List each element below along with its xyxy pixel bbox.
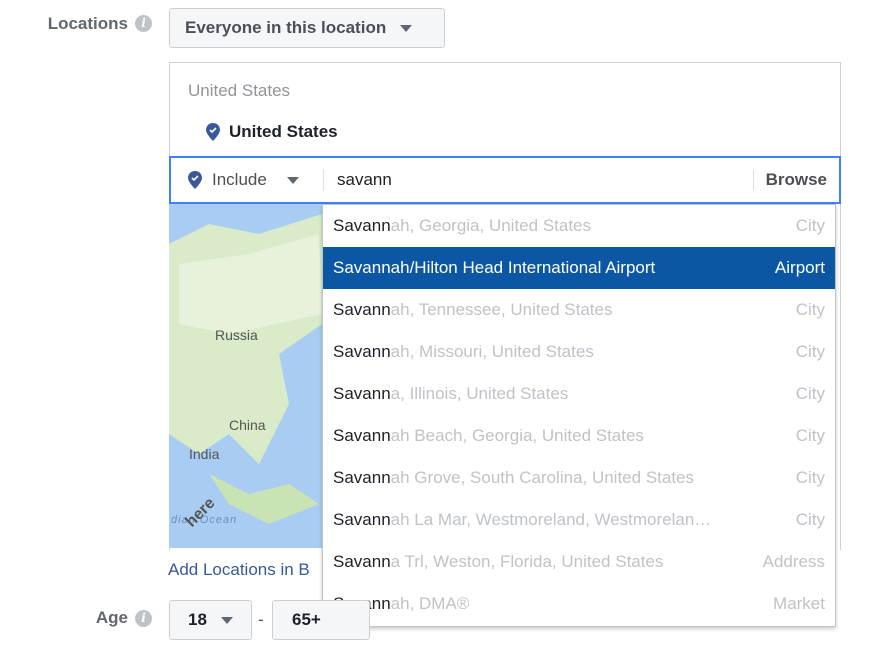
age-label: Age: [95, 608, 128, 627]
selected-header: United States: [188, 81, 291, 100]
suggestion-match: Savann: [333, 510, 391, 529]
suggestion-type: City: [795, 510, 825, 529]
suggestion-rest: ah, DMA®: [390, 594, 470, 613]
map-label-india: India: [189, 446, 220, 462]
suggestion-item[interactable]: Savanna Trl, Weston, Florida, United Sta…: [323, 541, 835, 583]
map-label-russia: Russia: [215, 327, 258, 343]
map[interactable]: Russia China India dian Ocean here: [169, 204, 322, 548]
suggestion-item[interactable]: Savannah Beach, Georgia, United States Ci…: [323, 415, 835, 457]
chevron-down-icon: [286, 176, 299, 184]
suggestion-rest: a, Illinois, United States: [390, 384, 569, 403]
age-max-dropdown[interactable]: 65+: [272, 600, 370, 640]
suggestion-item[interactable]: Savannah, Tennessee, United States City: [323, 289, 835, 331]
suggestion-rest: ah La Mar, Westmoreland, Westmorelan…: [390, 510, 712, 529]
suggestion-match: Savann: [333, 468, 391, 487]
age-separator: -: [258, 610, 264, 629]
suggestion-rest: ah, Missouri, United States: [390, 342, 594, 361]
suggestion-rest: a Trl, Weston, Florida, United States: [390, 552, 664, 571]
suggestion-item[interactable]: Savannah/Hilton Head International Airpo…: [323, 247, 835, 289]
suggestion-item[interactable]: Savannah, Missouri, United States City: [323, 331, 835, 373]
suggestion-type: City: [795, 426, 825, 445]
suggestion-item[interactable]: Savannah, Georgia, United States City: [323, 205, 835, 247]
age-min-dropdown[interactable]: 18: [169, 600, 252, 640]
audience-dropdown-label: Everyone in this location: [185, 18, 387, 37]
browse-button[interactable]: Browse: [754, 170, 839, 190]
suggestion-type: City: [795, 342, 825, 361]
location-search-input[interactable]: savann: [324, 170, 753, 190]
suggestion-type: City: [795, 216, 825, 235]
map-label-china: China: [229, 417, 266, 433]
suggestion-type: City: [795, 384, 825, 403]
location-search-row: Include savann Browse: [169, 156, 841, 204]
locations-label: Locations: [47, 14, 128, 33]
suggestion-rest: ah, Tennessee, United States: [390, 300, 613, 319]
suggestion-type: City: [795, 300, 825, 319]
location-pin-icon: [206, 123, 220, 141]
suggestion-match: Savann: [333, 300, 391, 319]
suggestion-match: Savannah/Hilton Head International Airpo…: [333, 258, 656, 277]
suggestion-type: City: [795, 468, 825, 487]
suggestion-match: Savann: [333, 216, 391, 235]
location-suggestions: Savannah, Georgia, United States City Sava…: [322, 204, 836, 627]
suggestion-rest: ah Grove, South Carolina, United States: [390, 468, 695, 487]
chevron-down-icon: [220, 616, 233, 624]
suggestion-match: Savann: [333, 426, 391, 445]
map-land: [169, 214, 322, 524]
chevron-down-icon: [400, 24, 413, 32]
suggestion-type: Address: [762, 552, 825, 571]
info-icon[interactable]: i: [135, 610, 152, 627]
add-locations-link[interactable]: Add Locations in B: [168, 560, 310, 580]
suggestion-item[interactable]: Savannah La Mar, Westmoreland, Westmorel…: [323, 499, 835, 541]
location-pin-icon: [188, 171, 202, 189]
suggestion-match: Savann: [333, 342, 391, 361]
suggestion-type: Airport: [774, 258, 825, 277]
suggestion-item[interactable]: Savannah, DMA®Market: [323, 583, 835, 625]
include-dropdown[interactable]: Include: [171, 170, 323, 190]
selected-location: United States: [206, 122, 338, 142]
info-icon[interactable]: i: [135, 15, 152, 32]
suggestion-item[interactable]: Savanna, Illinois, United States City: [323, 373, 835, 415]
suggestion-match: Savann: [333, 384, 391, 403]
audience-dropdown[interactable]: Everyone in this location: [169, 8, 445, 48]
suggestion-item[interactable]: Savannah Grove, South Carolina, United S…: [323, 457, 835, 499]
suggestion-rest: ah Beach, Georgia, United States: [390, 426, 644, 445]
suggestion-match: Savann: [333, 552, 391, 571]
suggestion-type: Market: [773, 594, 825, 613]
suggestion-rest: ah, Georgia, United States: [390, 216, 592, 235]
